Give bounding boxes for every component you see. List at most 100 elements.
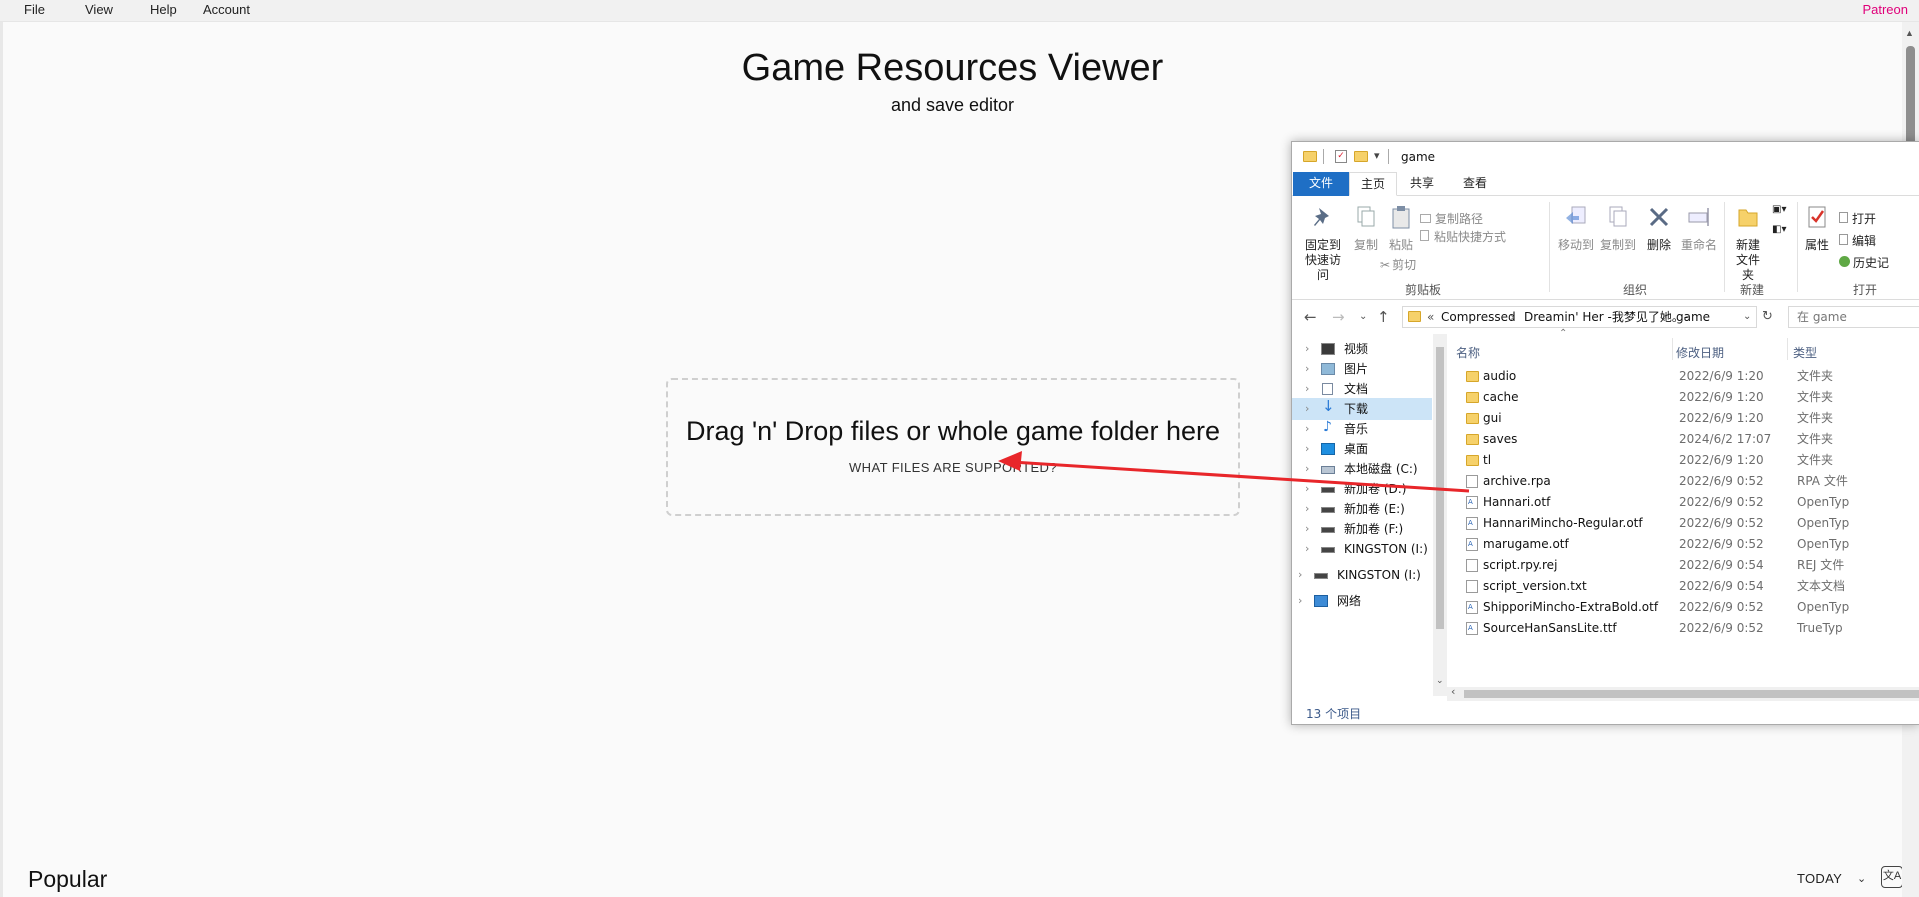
tab-file[interactable]: 文件 xyxy=(1293,172,1349,196)
menu-view[interactable]: View xyxy=(85,2,113,17)
copy-button[interactable]: 复制 xyxy=(1348,204,1384,253)
forward-arrow-icon[interactable]: → xyxy=(1332,308,1345,326)
translate-icon[interactable]: 文A xyxy=(1881,866,1903,888)
address-bar[interactable]: « Compressed › Dreamin' Her -我梦见了她。- › g… xyxy=(1402,306,1757,328)
move-to-button[interactable]: 移动到 xyxy=(1556,204,1596,253)
file-row[interactable]: script.rpy.rej 2022/6/9 0:54 REJ 文件 xyxy=(1447,555,1919,576)
folder-icon xyxy=(1466,392,1479,403)
menu-help[interactable]: Help xyxy=(150,2,177,17)
scroll-left-icon[interactable]: ‹ xyxy=(1451,685,1455,698)
edit-button[interactable]: 编辑 xyxy=(1839,232,1876,249)
chevron-right-icon[interactable]: › xyxy=(1298,590,1302,612)
recent-locations-icon[interactable]: ⌄ xyxy=(1359,311,1367,322)
delete-button[interactable]: 删除 xyxy=(1644,204,1674,253)
up-arrow-icon[interactable]: ↑ xyxy=(1377,308,1390,326)
customize-toolbar-icon[interactable]: ▾ xyxy=(1374,149,1380,162)
chevron-down-icon[interactable]: ⌄ xyxy=(1857,872,1866,885)
column-header-type[interactable]: 类型 xyxy=(1793,344,1817,361)
chevron-right-icon[interactable]: › xyxy=(1305,478,1309,500)
properties-quick-icon[interactable]: ✓ xyxy=(1335,150,1347,163)
nav-item-documents[interactable]: › 文档 xyxy=(1292,378,1432,400)
nav-item-music[interactable]: › ♪ 音乐 xyxy=(1292,418,1432,440)
file-row[interactable]: saves 2024/6/2 17:07 文件夹 xyxy=(1447,429,1919,450)
column-header-name[interactable]: 名称 xyxy=(1456,344,1480,361)
easy-access-icon[interactable]: ◧▾ xyxy=(1772,224,1786,235)
file-row[interactable]: tl 2022/6/9 1:20 文件夹 xyxy=(1447,450,1919,471)
chevron-right-icon[interactable]: › xyxy=(1305,518,1309,540)
chevron-right-icon[interactable]: › xyxy=(1305,358,1309,380)
chevron-right-icon[interactable]: › xyxy=(1305,338,1309,360)
scroll-up-icon[interactable]: ▲ xyxy=(1905,28,1914,38)
back-arrow-icon[interactable]: ← xyxy=(1304,308,1317,326)
chevron-right-icon[interactable]: › xyxy=(1305,378,1309,400)
menu-file[interactable]: File xyxy=(24,2,45,17)
pin-quick-access-button[interactable]: 固定到快速访问 xyxy=(1297,204,1349,283)
nav-item-drive-c[interactable]: › 本地磁盘 (C:) xyxy=(1292,458,1432,480)
nav-item-downloads[interactable]: › ↓ 下载 xyxy=(1292,397,1432,420)
chevron-right-icon[interactable]: › xyxy=(1305,498,1309,520)
period-select[interactable]: TODAY xyxy=(1797,871,1842,886)
patreon-link[interactable]: Patreon xyxy=(1862,2,1908,17)
file-row[interactable]: audio 2022/6/9 1:20 文件夹 xyxy=(1447,366,1919,387)
nav-item-kingston-root[interactable]: › KINGSTON (I:) xyxy=(1292,564,1432,586)
pictures-icon xyxy=(1321,363,1335,375)
breadcrumb-game[interactable]: game xyxy=(1676,307,1710,327)
copy-to-icon xyxy=(1609,206,1627,227)
cut-button[interactable]: ✂ 剪切 xyxy=(1380,256,1416,273)
menu-account[interactable]: Account xyxy=(203,2,250,17)
file-row[interactable]: A SourceHanSansLite.ttf 2022/6/9 0:52 TrueT… xyxy=(1447,618,1919,639)
file-row[interactable]: archive.rpa 2022/6/9 0:52 RPA 文件 xyxy=(1447,471,1919,492)
file-row[interactable]: A HannariMincho-Regular.otf 2022/6/9 0:52 O… xyxy=(1447,513,1919,534)
file-row[interactable]: A Hannari.otf 2022/6/9 0:52 OpenTyp xyxy=(1447,492,1919,513)
nav-item-videos[interactable]: › 视频 xyxy=(1292,338,1432,360)
page-title: Game Resources Viewer xyxy=(741,47,1164,89)
file-drop-zone[interactable]: Drag 'n' Drop files or whole game folder… xyxy=(666,378,1240,516)
new-item-icon[interactable]: ▣▾ xyxy=(1772,204,1786,215)
breadcrumb-compressed[interactable]: Compressed xyxy=(1441,307,1516,327)
nav-item-network[interactable]: › 网络 xyxy=(1292,590,1432,612)
file-row[interactable]: gui 2022/6/9 1:20 文件夹 xyxy=(1447,408,1919,429)
new-folder-quick-icon[interactable] xyxy=(1354,151,1368,162)
chevron-right-icon[interactable]: › xyxy=(1305,418,1309,440)
tab-view[interactable]: 查看 xyxy=(1455,172,1495,196)
file-row[interactable]: cache 2022/6/9 1:20 文件夹 xyxy=(1447,387,1919,408)
supported-files-link[interactable]: WHAT FILES ARE SUPPORTED? xyxy=(668,460,1238,475)
scroll-down-icon[interactable]: ⌄ xyxy=(1436,676,1444,686)
chevron-right-icon[interactable]: › xyxy=(1305,438,1309,460)
refresh-icon[interactable]: ↻ xyxy=(1762,309,1773,324)
paste-button[interactable]: 粘贴 xyxy=(1383,204,1419,253)
chevron-right-icon[interactable]: › xyxy=(1298,564,1302,586)
paste-shortcut-button[interactable]: 粘贴快捷方式 xyxy=(1420,228,1506,245)
nav-item-drive-e[interactable]: › 新加卷 (E:) xyxy=(1292,498,1432,520)
nav-item-pictures[interactable]: › 图片 xyxy=(1292,358,1432,380)
search-input[interactable]: 在 game xyxy=(1788,306,1919,328)
open-button[interactable]: 打开 xyxy=(1839,210,1876,227)
file-type: 文件夹 xyxy=(1797,369,1834,383)
copy-path-button[interactable]: 复制路径 xyxy=(1420,210,1483,227)
nav-item-desktop[interactable]: › 桌面 xyxy=(1292,438,1432,460)
tab-share[interactable]: 共享 xyxy=(1402,172,1442,196)
file-row[interactable]: A ShipporiMincho-ExtraBold.otf 2022/6/9 0:… xyxy=(1447,597,1919,618)
nav-item-drive-d[interactable]: › 新加卷 (D:) xyxy=(1292,478,1432,500)
properties-button[interactable]: 属性 xyxy=(1800,204,1834,253)
nav-pane-scrollbar[interactable]: ⌄ xyxy=(1433,334,1447,696)
chevron-right-icon[interactable]: › xyxy=(1305,398,1309,420)
chevron-right-icon[interactable]: › xyxy=(1305,458,1309,480)
chevron-right-icon[interactable]: › xyxy=(1305,538,1309,560)
scrollbar-thumb[interactable] xyxy=(1436,347,1444,629)
nav-item-kingston[interactable]: › KINGSTON (I:) xyxy=(1292,538,1432,560)
scrollbar-thumb[interactable] xyxy=(1464,690,1919,698)
file-date: 2022/6/9 0:54 xyxy=(1679,558,1764,572)
file-list-horizontal-scrollbar[interactable]: ‹ xyxy=(1447,685,1919,701)
new-folder-button[interactable]: 新建文件夹 xyxy=(1728,204,1768,283)
tab-home[interactable]: 主页 xyxy=(1349,172,1397,196)
address-dropdown-icon[interactable]: ⌄ xyxy=(1743,307,1751,327)
nav-item-drive-f[interactable]: › 新加卷 (F:) xyxy=(1292,518,1432,540)
copy-to-button[interactable]: 复制到 xyxy=(1598,204,1638,253)
column-header-date[interactable]: 修改日期 xyxy=(1676,344,1724,361)
file-row[interactable]: Amarugame.otf 2022/6/9 0:52 OpenTyp xyxy=(1447,534,1919,555)
file-row[interactable]: script_version.txt 2022/6/9 0:54 文本文档 xyxy=(1447,576,1919,597)
history-button[interactable]: 历史记 xyxy=(1839,254,1889,271)
file-name: saves xyxy=(1483,432,1518,446)
rename-button[interactable]: 重命名 xyxy=(1679,204,1719,253)
